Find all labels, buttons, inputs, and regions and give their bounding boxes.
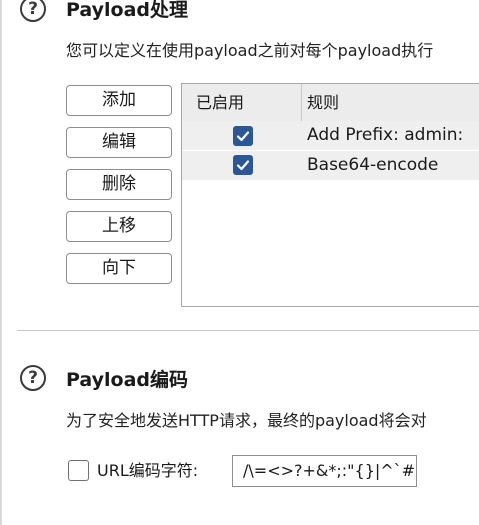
- url-encode-chars-input[interactable]: /\=<>?+&*;:"{}|^`#: [232, 455, 417, 487]
- enabled-checkbox[interactable]: [233, 126, 253, 146]
- help-icon[interactable]: ?: [20, 365, 46, 391]
- table-row[interactable]: Add Prefix: admin:: [182, 121, 479, 150]
- url-encode-label: URL编码字符:: [97, 461, 199, 480]
- processing-description: 您可以定义在使用payload之前对每个payload执行: [66, 41, 434, 60]
- table-row[interactable]: Base64-encode: [182, 151, 479, 180]
- checkmark-icon: [236, 160, 250, 171]
- header-enabled[interactable]: 已启用: [196, 84, 244, 121]
- processing-rules-table[interactable]: 已启用 规则 Add Prefix: admin: Base64-encode: [181, 83, 479, 307]
- window-edge: [0, 0, 2, 525]
- edit-button[interactable]: 编辑: [66, 127, 172, 158]
- section-divider: [17, 330, 479, 331]
- rule-text: Base64-encode: [307, 155, 439, 175]
- encoding-description: 为了安全地发送HTTP请求，最终的payload将会对: [66, 411, 427, 430]
- checkmark-icon: [236, 131, 250, 142]
- move-down-button[interactable]: 向下: [66, 253, 172, 284]
- move-up-button[interactable]: 上移: [66, 211, 172, 242]
- header-separator: [301, 84, 302, 121]
- encoding-title: Payload编码: [66, 369, 189, 391]
- rule-text: Add Prefix: admin:: [307, 125, 464, 145]
- remove-button[interactable]: 删除: [66, 169, 172, 200]
- table-header: 已启用 规则: [182, 84, 479, 122]
- processing-title: Payload处理: [66, 0, 189, 21]
- url-encode-checkbox[interactable]: [68, 460, 89, 481]
- help-icon[interactable]: ?: [20, 0, 46, 22]
- add-button[interactable]: 添加: [66, 85, 172, 116]
- header-rule[interactable]: 规则: [307, 84, 339, 121]
- enabled-checkbox[interactable]: [233, 155, 253, 175]
